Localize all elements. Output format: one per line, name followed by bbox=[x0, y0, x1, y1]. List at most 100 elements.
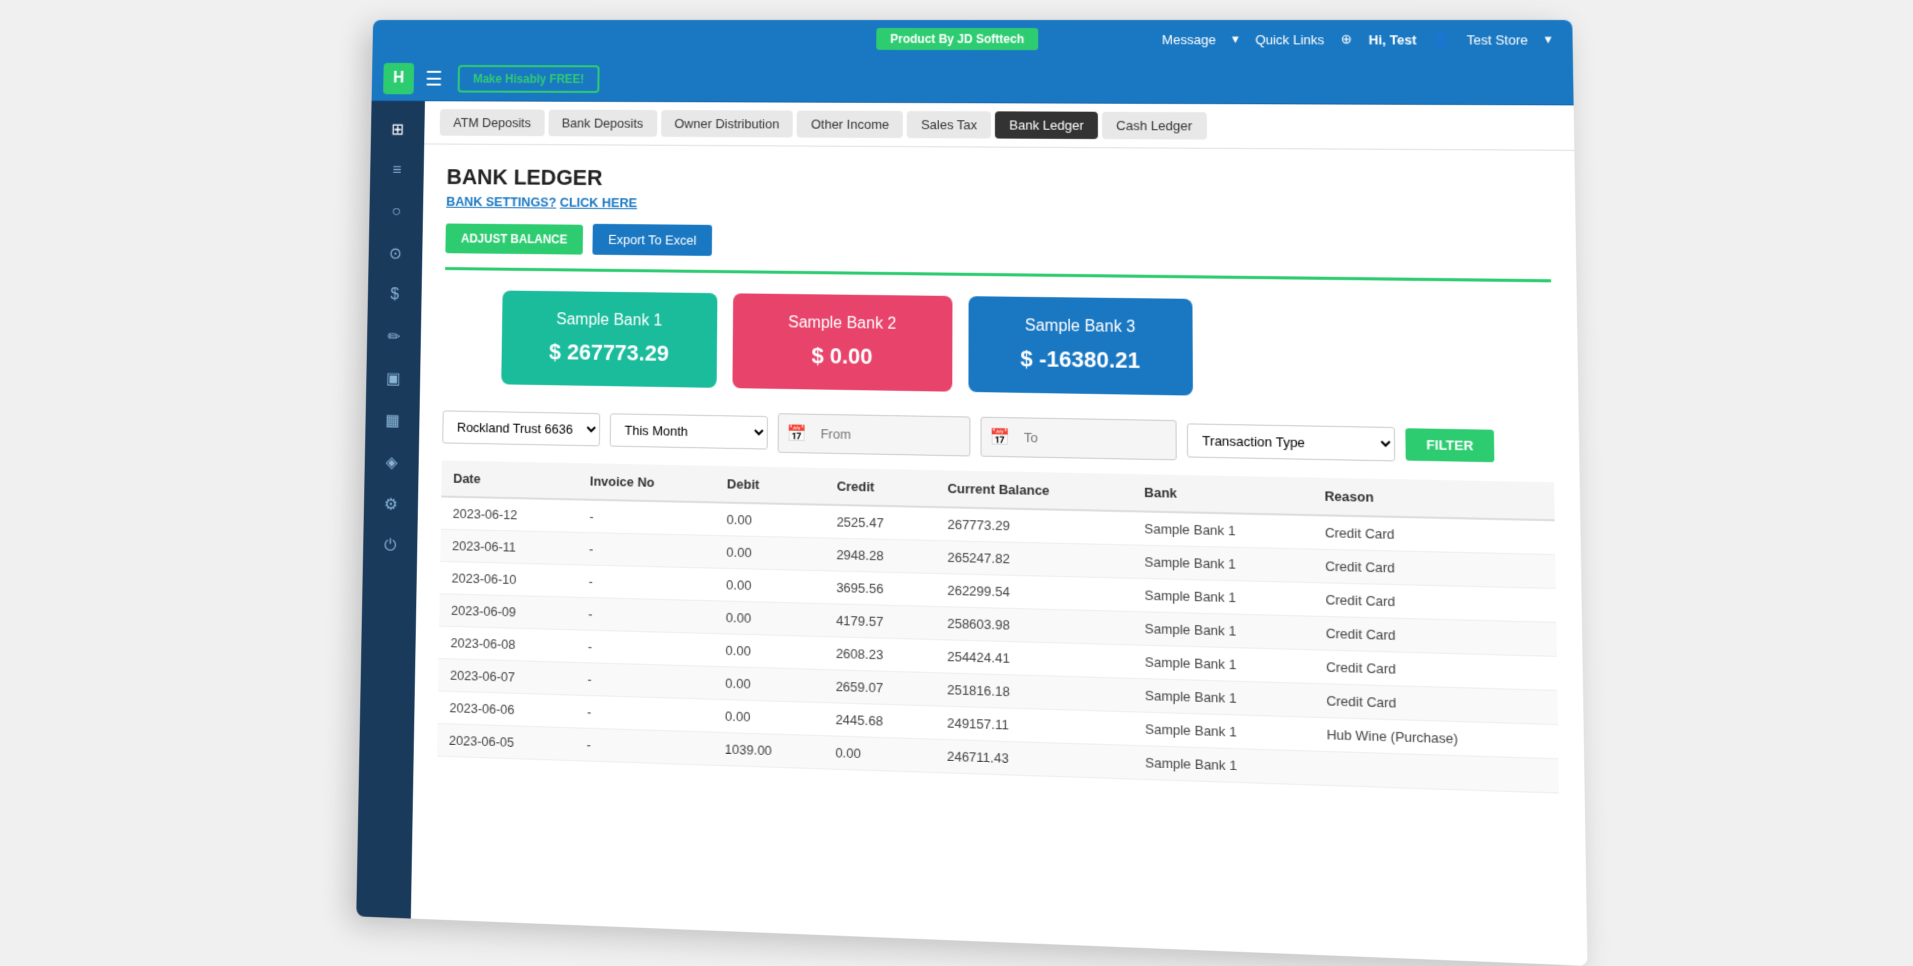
cell-bank: Sample Bank 1 bbox=[1132, 678, 1313, 717]
top-bar-right: Message ▾ Quick Links ⊕ Hi, Test 👤 Test … bbox=[1161, 31, 1551, 48]
cell-date: 2023-06-05 bbox=[437, 724, 575, 761]
tab-bank-deposits[interactable]: Bank Deposits bbox=[548, 110, 657, 137]
logo-box[interactable]: H bbox=[383, 63, 414, 94]
cell-invoice: - bbox=[574, 728, 712, 765]
bank-card-2[interactable]: Sample Bank 2 $ 0.00 bbox=[732, 293, 952, 391]
to-date-input[interactable] bbox=[1013, 422, 1166, 455]
cell-bank: Sample Bank 1 bbox=[1132, 545, 1313, 583]
bank-card-3[interactable]: Sample Bank 3 $ -16380.21 bbox=[968, 296, 1192, 395]
tab-other-income[interactable]: Other Income bbox=[797, 111, 903, 139]
cell-credit: 2608.23 bbox=[823, 637, 934, 673]
cell-balance: 267773.29 bbox=[935, 507, 1132, 545]
bank-select[interactable]: Rockland Trust 6636 bbox=[442, 410, 600, 446]
cell-date: 2023-06-10 bbox=[439, 561, 576, 597]
cell-bank: Sample Bank 1 bbox=[1132, 745, 1314, 785]
cell-credit: 0.00 bbox=[823, 736, 935, 773]
cell-date: 2023-06-11 bbox=[440, 529, 577, 565]
tab-bank-ledger[interactable]: Bank Ledger bbox=[995, 111, 1098, 139]
sidebar-item-tag[interactable]: ✏ bbox=[375, 318, 412, 356]
cell-bank: Sample Bank 1 bbox=[1132, 645, 1313, 684]
bank-card-1-name: Sample Bank 1 bbox=[531, 311, 688, 331]
cell-credit: 2948.28 bbox=[824, 538, 935, 573]
bank-card-3-amount: $ -16380.21 bbox=[998, 345, 1161, 374]
cell-credit: 3695.56 bbox=[824, 571, 935, 607]
cell-debit: 0.00 bbox=[714, 568, 824, 604]
tab-sales-tax[interactable]: Sales Tax bbox=[906, 111, 990, 139]
sidebar-item-chart[interactable]: ▦ bbox=[373, 401, 410, 440]
cell-debit: 0.00 bbox=[713, 634, 823, 670]
cell-debit: 0.00 bbox=[714, 502, 824, 538]
sidebar-item-fuel[interactable]: ▣ bbox=[374, 359, 411, 397]
sub-nav: ATM Deposits Bank Deposits Owner Distrib… bbox=[424, 101, 1574, 151]
cell-debit: 0.00 bbox=[713, 601, 823, 637]
sidebar-item-dashboard[interactable]: ⊞ bbox=[379, 111, 416, 148]
cell-balance: 258603.98 bbox=[934, 606, 1131, 644]
cell-credit: 2445.68 bbox=[823, 703, 935, 740]
bank-settings-text: BANK SETTINGS? bbox=[446, 194, 556, 210]
cell-credit: 2525.47 bbox=[824, 505, 935, 541]
cell-date: 2023-06-07 bbox=[438, 659, 576, 696]
cell-debit: 1039.00 bbox=[712, 732, 823, 769]
ledger-table: Date Invoice No Debit Credit Current Bal… bbox=[437, 460, 1559, 793]
col-date: Date bbox=[441, 460, 578, 499]
app-layout: ⊞ ≡ ○ ⊙ $ ✏ ▣ ▦ ◈ ⚙ ⏻ ATM Deposits Bank … bbox=[356, 101, 1587, 966]
transaction-type-select[interactable]: Transaction Type bbox=[1186, 423, 1394, 461]
from-calendar-icon: 📅 bbox=[786, 423, 806, 444]
cell-credit: 2659.07 bbox=[823, 670, 934, 706]
tab-owner-distribution[interactable]: Owner Distribution bbox=[660, 110, 793, 137]
top-bar: Product By JD Softtech Message ▾ Quick L… bbox=[372, 20, 1572, 59]
cell-bank: Sample Bank 1 bbox=[1132, 578, 1313, 616]
quick-links-link[interactable]: Quick Links bbox=[1255, 32, 1324, 47]
bank-card-3-name: Sample Bank 3 bbox=[998, 317, 1161, 338]
filter-button[interactable]: FILTER bbox=[1405, 428, 1495, 462]
message-chevron: ▾ bbox=[1232, 31, 1239, 47]
store-label[interactable]: Test Store bbox=[1466, 32, 1527, 47]
sidebar-item-dollar[interactable]: $ bbox=[376, 276, 413, 314]
cell-bank: Sample Bank 1 bbox=[1132, 712, 1314, 751]
hamburger-icon[interactable]: ☰ bbox=[425, 66, 443, 91]
period-select-wrapper: This Month bbox=[609, 413, 767, 449]
header-nav: H ☰ Make Hisably FREE! bbox=[371, 57, 1573, 105]
sidebar-item-settings[interactable]: ⚙ bbox=[372, 485, 409, 524]
cell-invoice: - bbox=[577, 499, 714, 535]
adjust-balance-button[interactable]: ADJUST BALANCE bbox=[445, 223, 583, 254]
bank-card-1[interactable]: Sample Bank 1 $ 267773.29 bbox=[501, 291, 717, 388]
cell-reason bbox=[1314, 751, 1559, 793]
period-select[interactable]: This Month bbox=[609, 413, 767, 449]
cell-balance: 254424.41 bbox=[934, 640, 1132, 679]
sidebar-item-cash[interactable]: ○ bbox=[377, 193, 414, 231]
sidebar-item-reports[interactable]: ≡ bbox=[378, 152, 415, 190]
tab-cash-ledger[interactable]: Cash Ledger bbox=[1102, 112, 1207, 140]
cell-balance: 246711.43 bbox=[934, 739, 1132, 779]
bank-card-2-name: Sample Bank 2 bbox=[762, 314, 922, 334]
bank-select-wrapper: Rockland Trust 6636 bbox=[442, 410, 600, 446]
cell-invoice: - bbox=[575, 662, 713, 699]
table-body: 2023-06-12-0.002525.47267773.29Sample Ba… bbox=[437, 497, 1559, 793]
make-free-button[interactable]: Make Hisably FREE! bbox=[457, 65, 599, 93]
tab-atm-deposits[interactable]: ATM Deposits bbox=[439, 109, 544, 136]
bank-card-1-amount: $ 267773.29 bbox=[530, 339, 687, 367]
bank-card-2-amount: $ 0.00 bbox=[762, 342, 922, 371]
bank-settings-link[interactable]: CLICK HERE bbox=[559, 195, 636, 211]
cell-invoice: - bbox=[576, 597, 714, 633]
message-link[interactable]: Message bbox=[1161, 32, 1215, 47]
export-excel-button[interactable]: Export To Excel bbox=[592, 224, 712, 256]
action-buttons: ADJUST BALANCE Export To Excel bbox=[445, 222, 1550, 264]
hi-user-label: Hi, Test bbox=[1368, 32, 1416, 47]
cell-invoice: - bbox=[576, 565, 714, 601]
cell-invoice: - bbox=[575, 630, 713, 667]
cell-credit: 4179.57 bbox=[823, 604, 934, 640]
sidebar-item-box[interactable]: ◈ bbox=[373, 443, 410, 482]
filter-row: Rockland Trust 6636 This Month 📅 📅 bbox=[442, 407, 1554, 467]
page-content: BANK LEDGER BANK SETTINGS? CLICK HERE AD… bbox=[413, 144, 1585, 815]
to-calendar-icon: 📅 bbox=[989, 427, 1009, 448]
cell-date: 2023-06-06 bbox=[437, 691, 575, 728]
cell-date: 2023-06-12 bbox=[440, 497, 577, 533]
cell-bank: Sample Bank 1 bbox=[1132, 612, 1313, 650]
cell-balance: 265247.82 bbox=[935, 540, 1132, 578]
from-date-input[interactable] bbox=[810, 419, 961, 451]
sidebar-item-power[interactable]: ⏻ bbox=[371, 527, 408, 566]
col-bank: Bank bbox=[1131, 474, 1311, 515]
cell-date: 2023-06-09 bbox=[439, 594, 576, 630]
sidebar-item-cart[interactable]: ⊙ bbox=[376, 235, 413, 273]
